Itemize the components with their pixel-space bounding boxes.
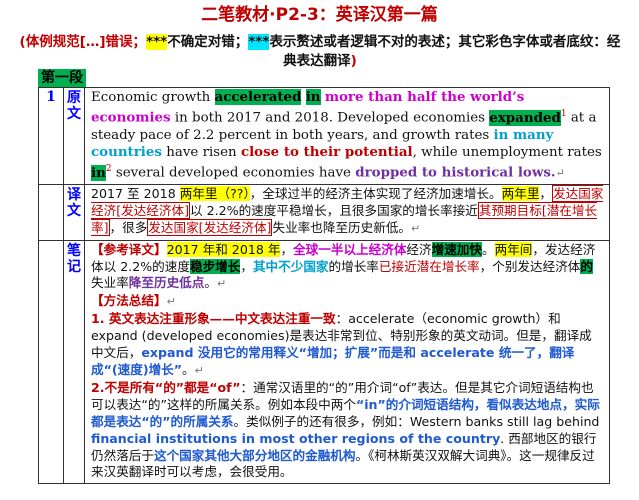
text-span: 。类似例子的还有很多，例如：Western banks still lag be…: [233, 413, 600, 429]
row-number-empty: [39, 184, 64, 240]
paragraph-mark-icon: ↵: [411, 221, 421, 235]
text-span: 。: [182, 362, 195, 378]
text-span: ，个别发达经济体: [479, 258, 581, 274]
text-span: in both 2017 and 2018. Developed economi…: [170, 110, 490, 126]
text-span: 已接近潜在增长率: [378, 258, 480, 274]
legend-close-paren: ): [350, 53, 357, 69]
text-span: ，很多: [109, 219, 148, 235]
text-span: 失业率: [91, 275, 129, 291]
label-translation: 译文: [64, 184, 85, 240]
text-span: 2017 年和 2018 年: [166, 241, 281, 257]
page-title: 二笔教材·P2-3：英译汉第一篇: [201, 5, 438, 25]
paragraph-mark-icon: ↵: [194, 364, 204, 378]
text-span: 发达国家[发达经济体]: [147, 218, 273, 236]
text-span: ，: [280, 241, 294, 257]
text-span: several developed economies have: [111, 165, 356, 181]
text-span: 2.不是所有“的”都是“of”: [91, 379, 241, 395]
text-span: 稳步增长: [189, 258, 241, 274]
legend-redundant-note: 表示赘述或者逻辑不对的表述；其它彩色字体或者底纹：经典表达翻译: [269, 34, 621, 69]
text-span: 以 2.2%的速度平稳增长，且很多国家的增长率接近: [189, 202, 478, 218]
legend-error-note: (体例规范[…]错误；: [19, 34, 147, 50]
text-span: 两年里: [501, 185, 540, 201]
text-span: Economic growth: [91, 90, 215, 105]
text-span: 经济: [406, 241, 432, 257]
text-span: dropped to historical lows.: [355, 164, 556, 181]
notes-row: 笔记 【参考译文】2017 年和 2018 年，全球一半以上经济体经济增速加快。…: [39, 239, 609, 484]
label-original: 原文: [64, 88, 85, 184]
label-notes: 笔记: [64, 240, 85, 484]
text-span: 增速加快: [431, 241, 482, 257]
original-text: Economic growth accelerated in more than…: [85, 88, 609, 184]
text-span: 【参考译文】: [91, 241, 167, 257]
paragraph-mark-icon: ↵: [555, 166, 565, 180]
text-span: 的增长率: [328, 258, 379, 274]
document-page: 二笔教材·P2-3：英译汉第一篇 (体例规范[…]错误；***不确定对错；***…: [0, 0, 639, 500]
text-span: 全球一半以上经济体: [293, 241, 407, 257]
notes-text: 【参考译文】2017 年和 2018 年，全球一半以上经济体经济增速加快。两年间…: [85, 241, 609, 484]
text-span: accelerated: [214, 89, 302, 105]
text-span: 其中不少国家: [252, 258, 329, 274]
text-span: 2017 至 2018: [91, 185, 180, 201]
text-span: financial institutions in most other reg…: [91, 430, 501, 446]
text-span: in: [305, 89, 321, 105]
text-span: 的: [580, 258, 593, 274]
text-span: 。: [481, 241, 495, 257]
paragraph-mark-icon: ↵: [166, 295, 176, 309]
text-span: 两年间: [494, 241, 533, 257]
style-legend: (体例规范[…]错误；***不确定对错；***表示赘述或者逻辑不对的表述；其它彩…: [14, 33, 626, 71]
text-span: 1. 英文表达注重形象——中文表达注重一致: [91, 311, 336, 327]
translation-text: 2017 至 2018 两年里（??），全球过半的经济主体实现了经济加速增长。两…: [85, 184, 609, 240]
text-span: ，全球过半的经济主体实现了经济加速增长。: [249, 185, 502, 201]
legend-yellow-mark: ***: [146, 34, 168, 50]
text-span: 。: [204, 275, 217, 291]
text-span: have risen: [161, 145, 241, 161]
row-number: 1: [39, 88, 64, 184]
text-span: ，: [539, 185, 553, 201]
row-number-empty: [39, 240, 64, 484]
text-span: in: [91, 164, 106, 181]
translation-row: 译文 2017 至 2018 两年里（??），全球过半的经济主体实现了经济加速增…: [39, 183, 609, 240]
text-span: expand 没用它的常用释义“增加；扩展”而是和 accelerate 统一了…: [91, 345, 575, 378]
original-row: 1 原文 Economic growth accelerated in more…: [39, 88, 609, 184]
content-table: 1 原文 Economic growth accelerated in more…: [38, 87, 610, 485]
legend-uncertain-note: 不确定对错；: [167, 34, 249, 50]
text-span: expanded: [489, 109, 561, 126]
text-span: 降至历史低点: [128, 275, 205, 291]
section-tag: 第一段: [38, 69, 86, 87]
text-span: , while unemployment rates: [412, 145, 602, 161]
text-span: 两年里（??）: [179, 185, 250, 201]
text-span: 【方法总结】: [91, 293, 167, 309]
text-span: ，: [240, 258, 253, 274]
text-span: close to their potential: [240, 144, 413, 161]
legend-cyan-mark: ***: [248, 34, 270, 50]
paragraph-mark-icon: ↵: [216, 277, 227, 291]
text-span: 失业率也降至历史新低。: [272, 219, 411, 235]
text-span: 这个国家其他大部分地区的金融机构: [153, 447, 356, 463]
